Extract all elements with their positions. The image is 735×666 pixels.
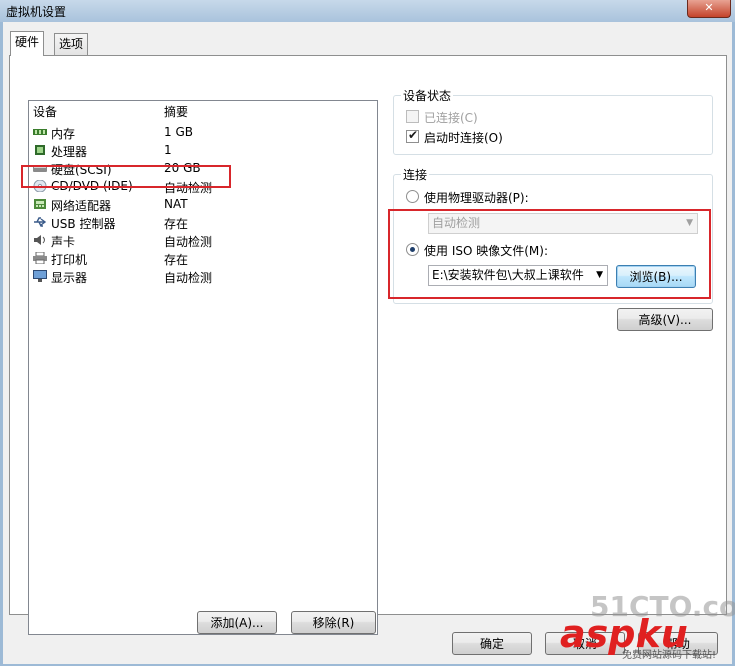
device-summary: 自动检测 bbox=[164, 181, 213, 195]
device-summary: 1 bbox=[164, 143, 172, 157]
add-device-button[interactable]: 添加(A)... bbox=[197, 611, 277, 634]
cpu-icon bbox=[35, 145, 45, 155]
connect-at-poweron-label: 启动时连接(O) bbox=[424, 131, 503, 145]
connection-group: 连接 使用物理驱动器(P): 自动检测 ▼ 使用 ISO 映像文件(M): E:… bbox=[393, 166, 713, 304]
device-name: USB 控制器 bbox=[51, 217, 116, 231]
connected-checkbox[interactable] bbox=[406, 110, 419, 123]
device-name: 显示器 bbox=[51, 271, 88, 285]
remove-device-button[interactable]: 移除(R) bbox=[291, 611, 376, 634]
device-name: 打印机 bbox=[51, 253, 88, 267]
device-summary: 存在 bbox=[164, 217, 189, 231]
cdrom-icon bbox=[33, 180, 47, 192]
column-device[interactable]: 设备 bbox=[33, 103, 57, 120]
device-summary: 1 GB bbox=[164, 125, 193, 139]
tab-hardware[interactable]: 硬件 bbox=[10, 31, 45, 56]
device-row-cpu[interactable]: 处理器 1 bbox=[29, 141, 377, 159]
memory-icon bbox=[33, 129, 47, 135]
device-row-network[interactable]: 网络适配器 NAT bbox=[29, 195, 377, 213]
device-row-sound[interactable]: 声卡 自动检测 bbox=[29, 231, 377, 249]
device-row-printer[interactable]: 打印机 存在 bbox=[29, 249, 377, 267]
ok-button[interactable]: 确定 bbox=[452, 632, 532, 655]
iso-image-radio[interactable] bbox=[406, 243, 419, 256]
device-summary: NAT bbox=[164, 197, 188, 211]
dialog-client: 硬件 选项 设备 摘要 内存 1 GB 处理器 1 硬盘(SCSI) 20 GB bbox=[3, 22, 732, 664]
device-summary: 自动检测 bbox=[164, 235, 213, 249]
iso-path-combobox[interactable]: E:\安装软件包\大叔上课软件 ▼ bbox=[428, 265, 608, 286]
connect-at-poweron-checkbox[interactable]: ✔ bbox=[406, 128, 419, 143]
connected-label: 已连接(C) bbox=[424, 111, 478, 125]
harddisk-icon bbox=[33, 165, 47, 172]
title-bar: 虚拟机设置 ✕ bbox=[0, 0, 735, 22]
physical-drive-value: 自动检测 bbox=[432, 216, 481, 230]
printer-icon bbox=[33, 252, 47, 264]
cancel-button[interactable]: 取消 bbox=[545, 632, 625, 655]
device-status-label: 设备状态 bbox=[401, 87, 454, 104]
device-row-monitor[interactable]: 显示器 自动检测 bbox=[29, 267, 377, 285]
browse-button[interactable]: 浏览(B)... bbox=[616, 265, 696, 288]
physical-drive-radio[interactable] bbox=[406, 190, 419, 203]
device-list[interactable]: 设备 摘要 内存 1 GB 处理器 1 硬盘(SCSI) 20 GB CD/DV… bbox=[28, 100, 378, 635]
iso-path-value: E:\安装软件包\大叔上课软件 bbox=[432, 268, 584, 282]
tab-options[interactable]: 选项 bbox=[54, 33, 89, 55]
device-name: 硬盘(SCSI) bbox=[51, 163, 112, 177]
monitor-icon bbox=[33, 270, 47, 282]
help-button[interactable]: 帮助 bbox=[638, 632, 718, 655]
physical-drive-dropdown[interactable]: 自动检测 ▼ bbox=[428, 213, 698, 234]
chevron-down-icon: ▼ bbox=[686, 218, 693, 228]
close-icon[interactable]: ✕ bbox=[687, 0, 731, 18]
iso-image-label: 使用 ISO 映像文件(M): bbox=[424, 244, 548, 258]
window-title: 虚拟机设置 bbox=[6, 5, 67, 19]
device-row-cdrom[interactable]: CD/DVD (IDE) 自动检测 bbox=[29, 177, 377, 195]
column-summary[interactable]: 摘要 bbox=[164, 103, 188, 120]
device-name: 声卡 bbox=[51, 235, 76, 249]
physical-drive-label: 使用物理驱动器(P): bbox=[424, 191, 529, 205]
device-name: 内存 bbox=[51, 127, 76, 141]
device-summary: 自动检测 bbox=[164, 271, 213, 285]
network-icon bbox=[34, 199, 46, 209]
sound-icon bbox=[34, 235, 45, 245]
connection-label: 连接 bbox=[401, 166, 430, 183]
device-row-harddisk[interactable]: 硬盘(SCSI) 20 GB bbox=[29, 159, 377, 177]
chevron-down-icon: ▼ bbox=[593, 266, 603, 285]
device-name: CD/DVD (IDE) bbox=[51, 179, 133, 193]
hardware-panel: 设备 摘要 内存 1 GB 处理器 1 硬盘(SCSI) 20 GB CD/DV… bbox=[9, 55, 727, 635]
device-summary: 20 GB bbox=[164, 161, 201, 175]
device-row-usb[interactable]: USB 控制器 存在 bbox=[29, 213, 377, 231]
device-name: 处理器 bbox=[51, 145, 88, 159]
device-summary: 存在 bbox=[164, 253, 189, 267]
device-list-header: 设备 摘要 bbox=[29, 101, 377, 119]
advanced-button[interactable]: 高级(V)... bbox=[617, 308, 713, 331]
usb-icon bbox=[34, 217, 47, 227]
checkmark-icon: ✔ bbox=[408, 128, 419, 142]
device-name: 网络适配器 bbox=[51, 199, 112, 213]
device-row-memory[interactable]: 内存 1 GB bbox=[29, 123, 377, 141]
device-status-group: 设备状态 已连接(C) ✔ 启动时连接(O) bbox=[393, 87, 713, 155]
